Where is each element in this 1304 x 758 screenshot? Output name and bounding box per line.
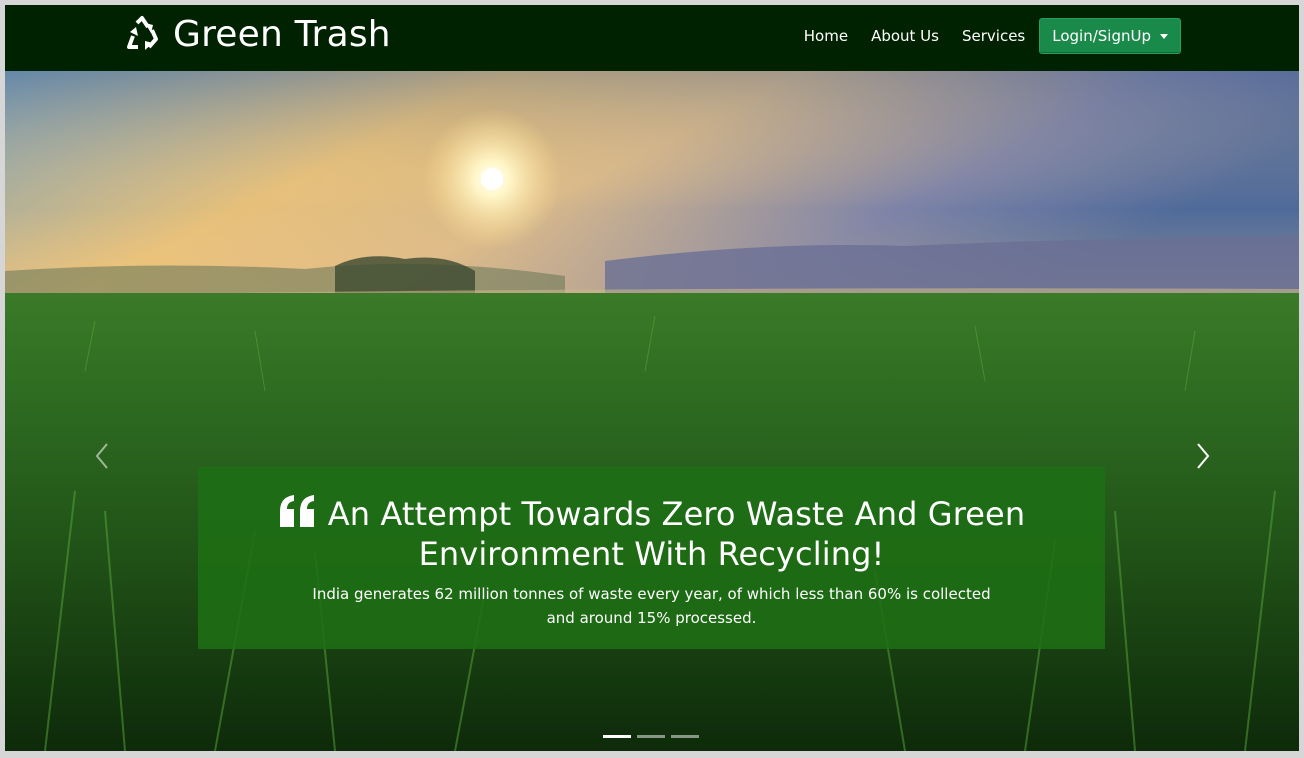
chevron-left-icon — [95, 443, 108, 469]
carousel-prev-button[interactable] — [87, 431, 117, 481]
hero-subtext: India generates 62 million tonnes of was… — [312, 585, 991, 627]
nav-services-link[interactable]: Services — [962, 27, 1025, 45]
top-navbar: Green Trash Home About Us Services Login… — [5, 5, 1299, 71]
carousel-indicators — [603, 735, 705, 738]
hero-field-image — [5, 71, 1299, 751]
hero-heading-text: An Attempt Towards Zero Waste And Green … — [327, 495, 1026, 573]
nav-menu: Home About Us Services Login/SignUp — [781, 18, 1181, 54]
carousel-indicator-2[interactable] — [637, 735, 665, 738]
caret-down-icon — [1160, 33, 1168, 39]
brand-link[interactable]: Green Trash — [123, 9, 391, 59]
quote-left-icon — [279, 495, 314, 527]
brand-name: Green Trash — [173, 13, 391, 55]
carousel-next-button[interactable] — [1188, 431, 1218, 481]
chevron-right-icon — [1197, 443, 1210, 469]
hero-carousel: An Attempt Towards Zero Waste And Green … — [5, 71, 1299, 751]
nav-about-link[interactable]: About Us — [871, 27, 939, 45]
carousel-indicator-1[interactable] — [603, 735, 631, 738]
login-signup-label: Login/SignUp — [1052, 27, 1151, 45]
hero-caption: An Attempt Towards Zero Waste And Green … — [198, 467, 1105, 649]
browser-viewport: Green Trash Home About Us Services Login… — [5, 5, 1299, 751]
carousel-indicator-3[interactable] — [671, 735, 699, 738]
hero-heading: An Attempt Towards Zero Waste And Green … — [198, 493, 1105, 574]
login-signup-dropdown-button[interactable]: Login/SignUp — [1039, 18, 1181, 54]
nav-home-link[interactable]: Home — [804, 27, 848, 45]
recycle-icon — [127, 16, 158, 50]
